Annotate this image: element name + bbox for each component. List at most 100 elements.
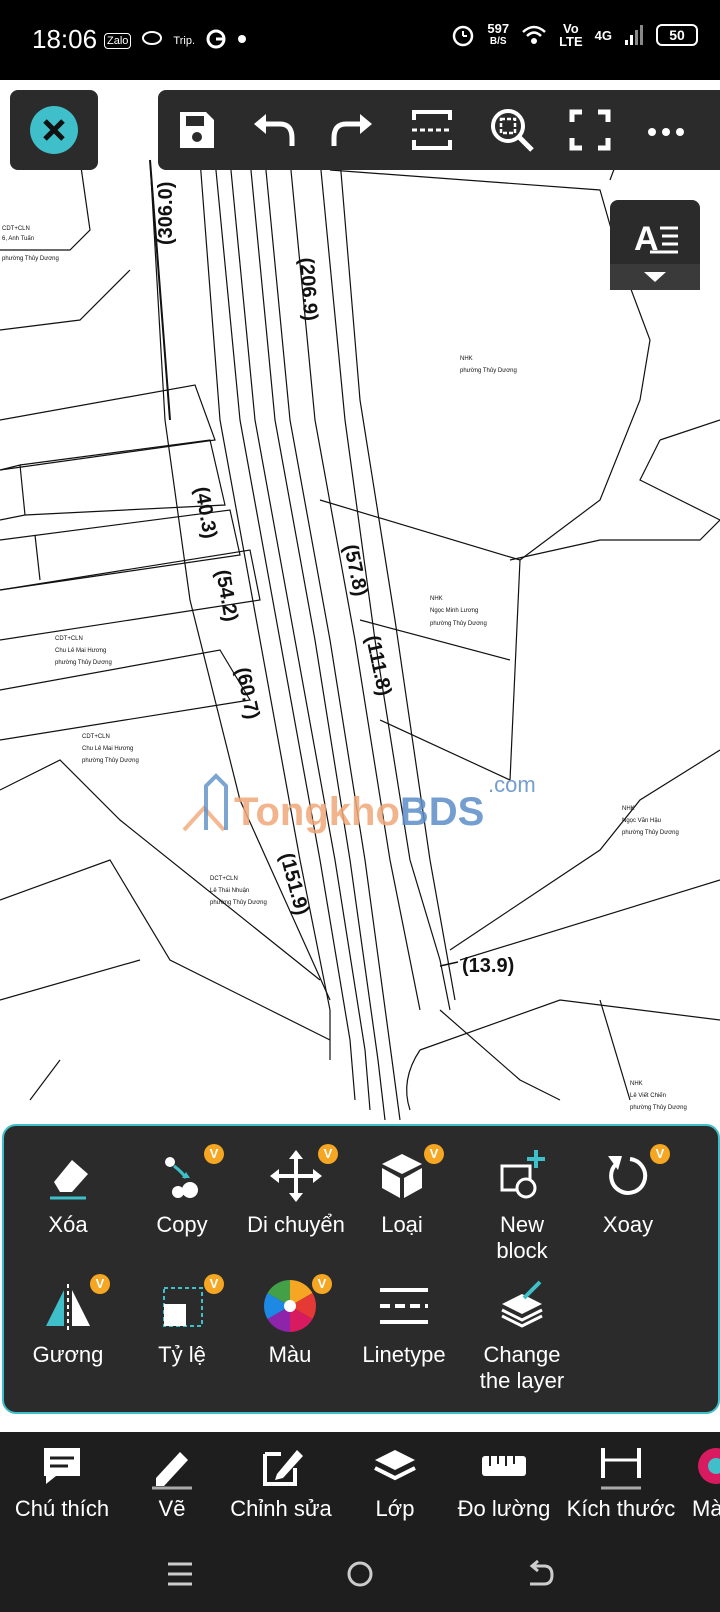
nav-label: Kích thước xyxy=(566,1496,676,1521)
vip-badge: V xyxy=(318,1144,338,1164)
more-icon[interactable] xyxy=(642,106,690,154)
tool-label: Loại xyxy=(381,1212,423,1237)
tool-label: Change the layer xyxy=(479,1342,565,1393)
tool-label: Tỷ lệ xyxy=(158,1342,206,1367)
select-area-icon[interactable] xyxy=(408,106,456,154)
vip-badge: V xyxy=(312,1274,332,1294)
carrier-bottom: LTE xyxy=(559,34,583,49)
nav-draw[interactable]: Vẽ xyxy=(136,1442,208,1522)
watermark-brand-right: BDS xyxy=(399,790,485,834)
zalo-icon: Zalo xyxy=(104,32,132,49)
rotate-icon: V xyxy=(600,1144,670,1204)
svg-text:Chu Lê Mai Hương: Chu Lê Mai Hương xyxy=(55,648,106,654)
svg-text:CDT+CLN: CDT+CLN xyxy=(82,734,110,740)
zoom-window-icon[interactable] xyxy=(488,106,536,154)
nav-annotation[interactable]: Chú thích xyxy=(10,1442,114,1522)
color-tool-button[interactable]: V Màu xyxy=(230,1274,350,1368)
explode-tool-button[interactable]: V Loại xyxy=(342,1144,462,1238)
svg-text:DCT+CLN: DCT+CLN xyxy=(210,876,238,882)
comment-icon xyxy=(38,1442,86,1490)
svg-text:CDT+CLN: CDT+CLN xyxy=(2,226,30,232)
dimension-label: (206.9) xyxy=(295,257,321,322)
notification-icons: Zalo Trip. xyxy=(104,28,247,53)
svg-text:phường Thủy Dương: phường Thủy Dương xyxy=(460,367,517,374)
tool-label: Xóa xyxy=(48,1212,88,1237)
edit-icon xyxy=(257,1442,305,1490)
chat-icon xyxy=(141,30,163,51)
svg-text:phường Thủy Dương: phường Thủy Dương xyxy=(82,757,139,764)
tool-label: Xoay xyxy=(602,1212,654,1237)
nav-label: Chỉnh sửa xyxy=(230,1496,332,1521)
nav-dimension[interactable]: Kích thước xyxy=(564,1442,678,1522)
text-style-icon: A xyxy=(610,220,700,290)
nav-color[interactable]: Mà xyxy=(692,1442,720,1522)
new-block-tool-button[interactable]: New block xyxy=(462,1148,582,1264)
close-button[interactable] xyxy=(10,90,98,170)
tool-label: Linetype xyxy=(362,1342,446,1367)
move-icon: V xyxy=(268,1144,338,1204)
linetype-tool-button[interactable]: Linetype xyxy=(344,1278,464,1368)
home-icon[interactable] xyxy=(344,1558,376,1590)
dimension-icon xyxy=(597,1442,645,1490)
dimension-label: (306.0) xyxy=(155,182,177,245)
nav-measure[interactable]: Đo lường xyxy=(454,1442,554,1522)
tool-label: Di chuyển xyxy=(247,1212,345,1237)
tool-label: New block xyxy=(496,1212,548,1263)
svg-text:NHK: NHK xyxy=(460,356,473,362)
google-icon xyxy=(205,28,227,53)
vip-badge: V xyxy=(204,1274,224,1294)
nav-edit[interactable]: Chỉnh sửa xyxy=(226,1442,336,1522)
scale-tool-button[interactable]: V Tỷ lệ xyxy=(122,1274,242,1368)
net-speed: 597 B/S xyxy=(487,22,509,48)
net-speed-value: 597 xyxy=(487,21,510,36)
mirror-icon: V xyxy=(40,1274,110,1334)
dimension-label: (13.9) xyxy=(462,955,514,977)
vip-badge: V xyxy=(424,1144,444,1164)
layers-icon xyxy=(371,1442,419,1490)
tool-label: Gương xyxy=(32,1342,104,1367)
scale-icon: V xyxy=(154,1274,224,1334)
erase-tool-button[interactable]: Xóa xyxy=(8,1148,128,1238)
network-type: 4G xyxy=(594,27,612,43)
undo-icon[interactable] xyxy=(250,106,298,154)
svg-text:Ngọc Văn Hậu: Ngọc Văn Hậu xyxy=(622,818,661,824)
tool-label: Copy xyxy=(156,1212,208,1237)
battery-indicator: 50 xyxy=(656,24,698,46)
move-tool-button[interactable]: V Di chuyển xyxy=(236,1144,356,1238)
nav-label: Chú thích xyxy=(14,1496,110,1521)
copy-tool-button[interactable]: V Copy xyxy=(122,1144,242,1238)
rotate-tool-button[interactable]: V Xoay xyxy=(568,1144,688,1238)
text-style-button[interactable]: A xyxy=(610,200,700,290)
nav-label: Lớp xyxy=(375,1496,415,1521)
watermark-domain: .com xyxy=(488,772,536,797)
change-layer-tool-button[interactable]: Change the layer xyxy=(462,1278,582,1394)
redo-icon[interactable] xyxy=(328,106,376,154)
svg-text:Lê Viết Chiến: Lê Viết Chiến xyxy=(630,1093,666,1099)
clock: 18:06 xyxy=(32,24,98,54)
svg-text:CDT+CLN: CDT+CLN xyxy=(55,636,83,642)
color-icon xyxy=(692,1442,720,1490)
vip-badge: V xyxy=(90,1274,110,1294)
trip-icon: Trip. xyxy=(173,34,195,47)
explode-icon: V xyxy=(374,1144,444,1204)
svg-text:phường Thủy Dương: phường Thủy Dương xyxy=(2,255,59,262)
color-wheel-icon: V xyxy=(262,1274,332,1334)
svg-text:phường Thủy Dương: phường Thủy Dương xyxy=(210,899,267,906)
mirror-tool-button[interactable]: V Gương xyxy=(8,1274,128,1368)
ruler-icon xyxy=(480,1442,528,1490)
vip-badge: V xyxy=(204,1144,224,1164)
nav-label: Mà xyxy=(692,1496,720,1521)
system-navigation-bar xyxy=(0,1536,720,1612)
fullscreen-icon[interactable] xyxy=(566,106,614,154)
alarm-icon xyxy=(453,25,474,47)
svg-text:6, Anh Tuấn: 6, Anh Tuấn xyxy=(2,236,34,242)
nav-layers[interactable]: Lớp xyxy=(360,1442,430,1522)
copy-icon: V xyxy=(154,1144,224,1204)
wifi-icon xyxy=(522,25,546,44)
svg-text:NHK: NHK xyxy=(630,1081,643,1087)
dot-icon xyxy=(237,34,247,47)
recent-apps-icon[interactable] xyxy=(164,1558,196,1590)
edit-tools-panel: Xóa V Copy V Di chuyển V Loại New block … xyxy=(2,1124,720,1414)
back-icon[interactable] xyxy=(524,1558,556,1590)
save-icon[interactable] xyxy=(172,106,220,154)
